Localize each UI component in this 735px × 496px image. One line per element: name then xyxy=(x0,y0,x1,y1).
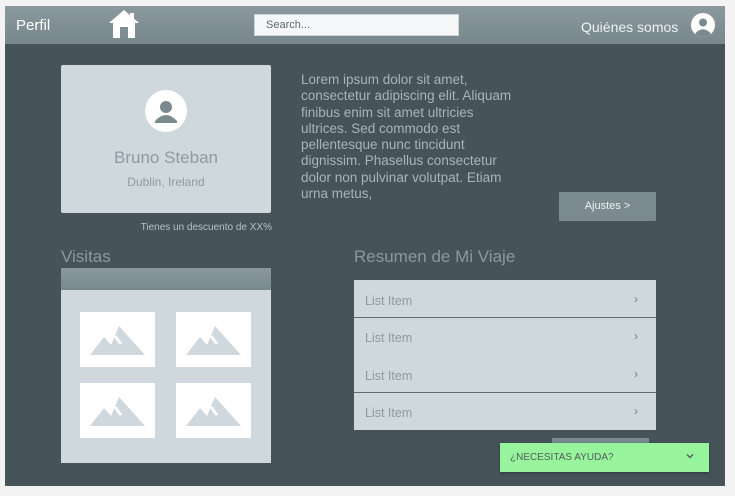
help-widget-label: ¿NECESITAS AYUDA? xyxy=(510,452,614,463)
visits-gallery xyxy=(61,268,271,463)
chevron-right-icon: › xyxy=(634,329,638,343)
image-placeholder-icon[interactable] xyxy=(176,312,251,367)
home-icon[interactable] xyxy=(108,9,140,39)
account-circle-icon[interactable] xyxy=(691,13,715,37)
trip-summary-list: List Item › List Item › List Item › List… xyxy=(354,280,656,430)
chevron-right-icon: › xyxy=(634,367,638,381)
person-icon xyxy=(145,90,187,132)
nav-link-about[interactable]: Quiénes somos xyxy=(581,19,678,35)
list-item-label: List Item xyxy=(365,294,413,308)
top-navbar: Perfil Quiénes somos xyxy=(5,6,725,44)
list-item[interactable]: List Item › xyxy=(354,317,656,354)
list-item-label: List Item xyxy=(365,406,413,420)
help-widget[interactable]: ¿NECESITAS AYUDA? xyxy=(500,443,709,472)
profile-card: Bruno Steban Dublin, Ireland xyxy=(61,65,271,213)
image-placeholder-icon[interactable] xyxy=(80,383,155,438)
search-input[interactable] xyxy=(254,14,459,36)
summary-title: Resumen de Mi Viaje xyxy=(354,247,516,266)
image-placeholder-icon[interactable] xyxy=(80,312,155,367)
list-item[interactable]: List Item › xyxy=(354,280,656,317)
list-item[interactable]: List Item › xyxy=(354,392,656,429)
list-item[interactable]: List Item › xyxy=(354,355,656,392)
profile-bio: Lorem ipsum dolor sit amet, consectetur … xyxy=(301,72,512,202)
settings-button[interactable]: Ajustes > xyxy=(559,192,656,221)
image-placeholder-icon[interactable] xyxy=(176,383,251,438)
list-item-label: List Item xyxy=(365,331,413,345)
chevron-right-icon: › xyxy=(634,292,638,306)
list-item-label: List Item xyxy=(365,369,413,383)
brand-title[interactable]: Perfil xyxy=(16,17,50,34)
profile-location: Dublin, Ireland xyxy=(127,175,205,189)
profile-name: Bruno Steban xyxy=(114,148,218,167)
visits-title: Visitas xyxy=(61,247,111,266)
discount-note: Tienes un descuento de XX% xyxy=(140,222,272,233)
chevron-right-icon: › xyxy=(634,404,638,418)
chevron-down-icon[interactable] xyxy=(685,451,695,461)
app-frame: Perfil Quiénes somos Bruno Steban Dublin… xyxy=(5,6,725,486)
gallery-header-bar xyxy=(61,268,271,290)
